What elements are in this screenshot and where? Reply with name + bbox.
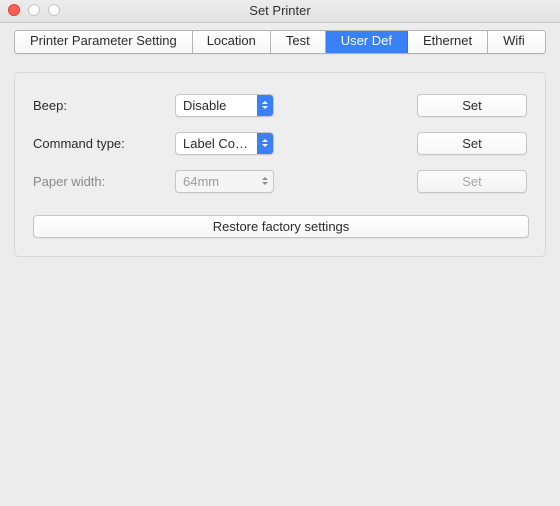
chevron-up-down-icon bbox=[257, 171, 273, 192]
set-command-type-button[interactable]: Set bbox=[417, 132, 527, 155]
restore-factory-settings-button[interactable]: Restore factory settings bbox=[33, 215, 529, 238]
select-paper-width: 64mm bbox=[175, 170, 274, 193]
maximize-icon bbox=[48, 4, 60, 16]
window-title: Set Printer bbox=[249, 3, 310, 18]
tabbar: Printer Parameter Setting Location Test … bbox=[14, 30, 546, 54]
set-paper-width-button: Set bbox=[417, 170, 527, 193]
tab-location[interactable]: Location bbox=[193, 31, 271, 53]
set-beep-button[interactable]: Set bbox=[417, 94, 527, 117]
row-command-type: Command type: Label Co… Set bbox=[33, 131, 527, 155]
label-paper-width: Paper width: bbox=[33, 174, 175, 189]
label-beep: Beep: bbox=[33, 98, 175, 113]
tab-user-def[interactable]: User Def bbox=[326, 31, 408, 53]
select-command-type-value: Label Co… bbox=[183, 136, 257, 151]
select-beep[interactable]: Disable bbox=[175, 94, 274, 117]
user-def-panel: Beep: Disable Set Command type: Label Co… bbox=[14, 72, 546, 257]
row-beep: Beep: Disable Set bbox=[33, 93, 527, 117]
select-paper-width-value: 64mm bbox=[183, 174, 257, 189]
chevron-up-down-icon bbox=[257, 133, 273, 154]
tab-ethernet[interactable]: Ethernet bbox=[408, 31, 488, 53]
select-command-type[interactable]: Label Co… bbox=[175, 132, 274, 155]
traffic-lights bbox=[8, 4, 60, 16]
minimize-icon bbox=[28, 4, 40, 16]
tab-printer-parameter-setting[interactable]: Printer Parameter Setting bbox=[15, 31, 193, 53]
tab-wifi[interactable]: Wifi bbox=[488, 31, 545, 53]
chevron-up-down-icon bbox=[257, 95, 273, 116]
select-beep-value: Disable bbox=[183, 98, 257, 113]
label-command-type: Command type: bbox=[33, 136, 175, 151]
row-paper-width: Paper width: 64mm Set bbox=[33, 169, 527, 193]
close-icon[interactable] bbox=[8, 4, 20, 16]
tab-test[interactable]: Test bbox=[271, 31, 326, 53]
titlebar: Set Printer bbox=[0, 0, 560, 23]
